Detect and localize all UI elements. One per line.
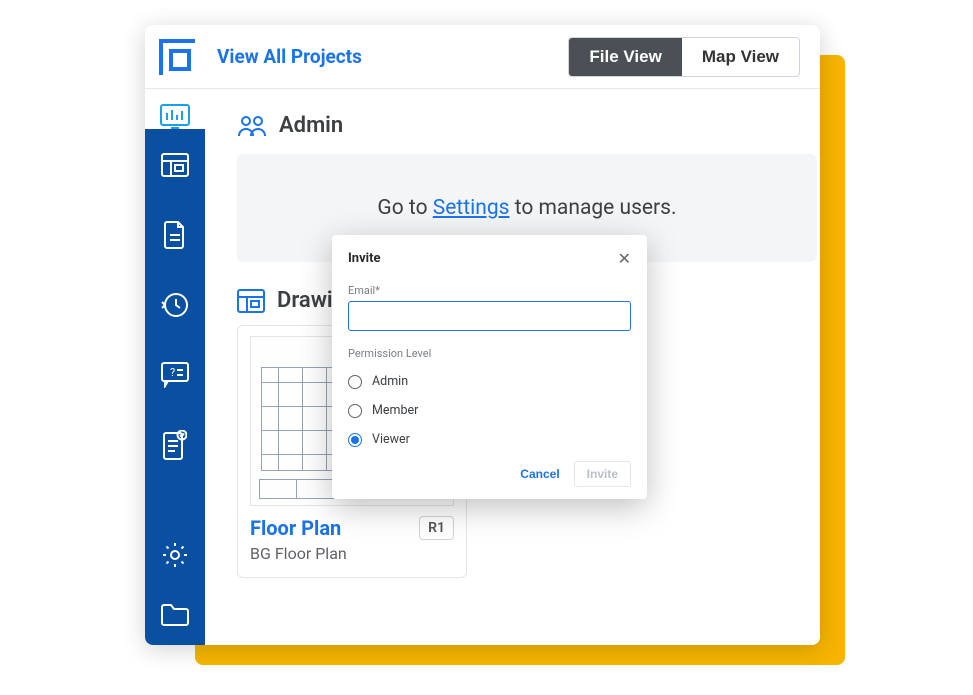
nav-document-icon[interactable] [157,217,193,253]
nav-folder-icon[interactable] [157,597,193,633]
email-field[interactable] [348,301,631,331]
app-logo-icon [159,39,195,75]
permission-option-viewer[interactable]: Viewer [348,432,631,447]
permission-option-admin[interactable]: Admin [348,374,631,389]
nav-help-chat-icon[interactable]: ? [157,357,193,393]
permission-label: Permission Level [348,347,631,360]
nav-plans-icon[interactable] [157,147,193,183]
permission-option-label: Viewer [372,432,410,447]
admin-banner-prefix: Go to [377,196,432,220]
admin-banner-suffix: to manage users. [509,196,676,220]
map-view-tab[interactable]: Map View [682,38,799,76]
invite-modal: Invite ✕ Email* Permission Level Admin M… [332,235,647,499]
view-toggle: File View Map View [568,37,800,77]
radio-icon [348,375,362,389]
topbar: View All Projects File View Map View [145,25,820,89]
file-view-tab[interactable]: File View [569,38,681,76]
permission-option-member[interactable]: Member [348,403,631,418]
users-icon [237,114,267,138]
nav-history-icon[interactable] [157,287,193,323]
radio-icon [348,404,362,418]
invite-button[interactable]: Invite [574,461,631,487]
nav-checklist-icon[interactable] [157,427,193,463]
admin-title: Admin [279,113,343,138]
cancel-button[interactable]: Cancel [520,467,559,481]
drawings-icon [237,289,265,313]
permission-option-label: Admin [372,374,408,389]
radio-icon [348,433,362,447]
modal-title: Invite [348,251,381,266]
settings-link[interactable]: Settings [433,196,510,220]
drawing-card-subtitle: BG Floor Plan [250,544,454,563]
close-icon[interactable]: ✕ [618,249,631,268]
nav-settings-icon[interactable] [157,537,193,573]
sidebar: ? [145,135,205,645]
view-all-projects-link[interactable]: View All Projects [217,45,362,68]
permission-option-label: Member [372,403,418,418]
email-label: Email* [348,284,631,297]
drawing-card-title: Floor Plan [250,516,341,540]
drawing-revision-badge: R1 [419,516,454,540]
permission-group: Admin Member Viewer [348,374,631,447]
svg-text:?: ? [170,366,175,379]
